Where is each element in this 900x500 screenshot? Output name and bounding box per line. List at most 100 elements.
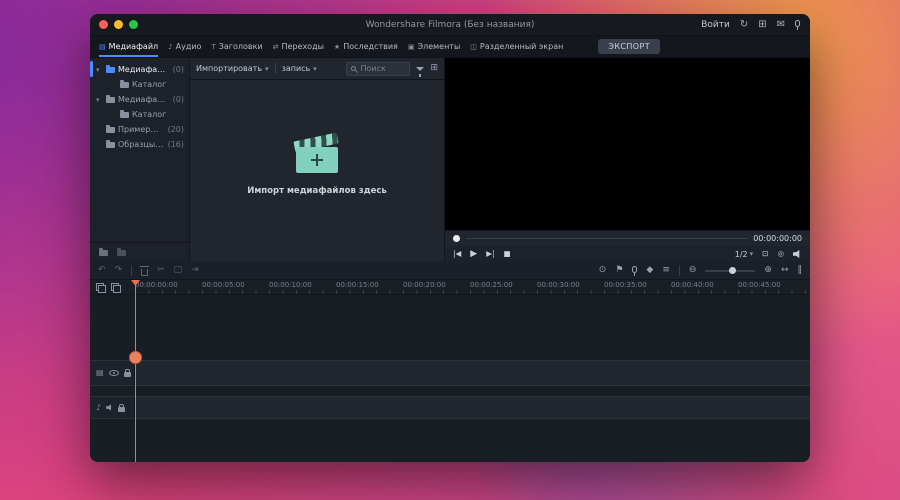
- tab-item[interactable]: T Заголовки: [206, 36, 267, 57]
- transport-controls: |◀ ▶ ▶| ■ 1/2 ▾ ⊡ ◎: [445, 246, 810, 262]
- quality-dropdown[interactable]: 1/2 ▾: [735, 250, 753, 259]
- tree-item-count: (20): [167, 125, 184, 134]
- export-button[interactable]: ЭКСПОРТ: [598, 39, 661, 54]
- scroll-indicator[interactable]: [90, 61, 93, 77]
- ruler-label: 00:00:20:00: [403, 281, 446, 289]
- timeline-ruler-row: 00:00:00:00 00:00:05:00 00:00:10:00 00:0…: [90, 280, 810, 295]
- tree-item-label: Медиафайл с совме...: [118, 95, 170, 104]
- tab-icon: ♪: [168, 42, 173, 51]
- record-icon[interactable]: ⊙: [599, 266, 607, 275]
- note-icon[interactable]: ♪: [96, 403, 101, 412]
- redo-icon[interactable]: ↷: [115, 266, 123, 275]
- minimize-button[interactable]: [114, 20, 123, 29]
- next-frame-button[interactable]: ▶|: [486, 250, 494, 258]
- tree-item[interactable]: ▾ Медиафайл с совме... (0): [90, 92, 189, 107]
- fit-display-icon[interactable]: ⊡: [762, 250, 768, 258]
- chevron-down-icon[interactable]: ▾: [96, 66, 103, 74]
- lock-icon[interactable]: [123, 369, 131, 377]
- tab-icon: ⇄: [272, 42, 279, 51]
- marker-icon[interactable]: ⚑: [615, 266, 623, 275]
- clapperboard-icon: [293, 132, 341, 176]
- tab-item[interactable]: ◫ Разделенный экран: [465, 36, 568, 57]
- lock-icon[interactable]: [118, 403, 126, 412]
- folder-icon: [106, 94, 115, 103]
- ripple-delete-icon[interactable]: ⇥: [191, 266, 199, 275]
- tab-icon: T: [211, 42, 216, 51]
- crop-icon[interactable]: ▢: [174, 266, 183, 275]
- manage-tracks-icon[interactable]: [96, 282, 106, 293]
- tree-item[interactable]: Каталог: [90, 107, 189, 122]
- zoom-slider-knob[interactable]: [729, 266, 737, 274]
- audio-track-lane[interactable]: [135, 397, 810, 418]
- folder-icon: [120, 109, 129, 118]
- film-icon[interactable]: ▤: [96, 369, 104, 377]
- mic-icon[interactable]: [795, 19, 800, 30]
- new-folder-icon[interactable]: [99, 247, 108, 256]
- titlebar: Wondershare Filmora (Без названия) Войти…: [90, 14, 810, 36]
- tree-item[interactable]: ▾ Медиафайл проекта (0): [90, 62, 189, 77]
- filter-icon[interactable]: [416, 66, 425, 77]
- tab-item[interactable]: ★ Последствия: [329, 36, 403, 57]
- add-track-icon[interactable]: [111, 282, 121, 293]
- zoom-out-icon[interactable]: ⊖: [689, 266, 697, 275]
- mixer-icon[interactable]: ≡: [662, 266, 670, 275]
- timeline-ruler[interactable]: 00:00:00:00 00:00:05:00 00:00:10:00 00:0…: [135, 280, 810, 294]
- scrubber-track[interactable]: [466, 238, 748, 239]
- playhead-grip[interactable]: [129, 351, 142, 364]
- eye-icon[interactable]: [108, 370, 119, 376]
- ruler-label: 00:00:40:00: [671, 281, 714, 289]
- scrubber-knob[interactable]: [453, 235, 460, 242]
- search-icon: [351, 66, 357, 71]
- ruler-label: 00:00:25:00: [470, 281, 513, 289]
- mail-icon[interactable]: ✉: [777, 19, 785, 30]
- zoom-in-icon[interactable]: ⊕: [764, 266, 772, 275]
- tree-item[interactable]: Образцы цветов (16): [90, 137, 189, 152]
- ruler-label: 00:00:15:00: [336, 281, 379, 289]
- divider: [131, 265, 133, 276]
- tab-item[interactable]: ▤ Медиафайл: [94, 36, 163, 57]
- fit-timeline-icon[interactable]: ↔: [781, 266, 789, 275]
- tree-item-count: (0): [172, 65, 184, 74]
- zoom-button[interactable]: [129, 20, 138, 29]
- tab-label: Последствия: [343, 42, 398, 51]
- tab-label: Разделенный экран: [479, 42, 564, 51]
- media-empty-state[interactable]: Импорт медиафайлов здесь: [190, 68, 444, 262]
- snapshot-icon[interactable]: ◎: [777, 250, 784, 258]
- chevron-down-icon[interactable]: ▾: [96, 96, 103, 104]
- voiceover-icon[interactable]: [632, 265, 638, 276]
- track-manager: [90, 280, 135, 294]
- stop-button[interactable]: ■: [504, 250, 511, 258]
- render-preview-icon[interactable]: ‖: [798, 266, 803, 275]
- layout-icon[interactable]: ⊞: [758, 19, 766, 30]
- delete-folder-icon[interactable]: [117, 247, 126, 256]
- close-button[interactable]: [99, 20, 108, 29]
- sync-icon[interactable]: ↻: [740, 19, 748, 30]
- tree-item-label: Медиафайл проекта: [118, 65, 170, 74]
- delete-icon[interactable]: [140, 265, 150, 276]
- split-icon[interactable]: ✂: [157, 266, 165, 275]
- previous-frame-button[interactable]: |◀: [453, 250, 461, 258]
- empty-state-text: Импорт медиафайлов здесь: [247, 186, 387, 196]
- login-button[interactable]: Войти: [701, 20, 730, 30]
- tree-item[interactable]: Каталог: [90, 77, 189, 92]
- ruler-label: 00:00:05:00: [202, 281, 245, 289]
- play-button[interactable]: ▶: [470, 249, 477, 259]
- preview-panel: 00:00:00:00 |◀ ▶ ▶| ■ 1/2 ▾ ⊡ ◎: [445, 58, 810, 262]
- volume-icon[interactable]: [793, 249, 800, 259]
- tab-icon: ★: [333, 42, 341, 51]
- video-track-lane[interactable]: [135, 361, 810, 385]
- playhead[interactable]: [135, 280, 136, 462]
- timeline-toolbar: ↶ ↷ ✂ ▢ ⇥ ⊙ ⚑ ◆ ≡ ⊖ ⊕ ↔ ‖: [90, 262, 810, 280]
- chevron-down-icon: ▾: [749, 250, 754, 258]
- tree-item[interactable]: Примеры видео (20): [90, 122, 189, 137]
- timeline-body: ▤ ♪: [90, 295, 810, 462]
- preview-viewport[interactable]: [445, 58, 810, 230]
- speaker-icon[interactable]: [106, 404, 112, 411]
- tab-item[interactable]: ▣ Элементы: [403, 36, 465, 57]
- keyframe-icon[interactable]: ◆: [646, 266, 653, 275]
- zoom-slider[interactable]: [705, 266, 756, 274]
- undo-icon[interactable]: ↶: [98, 266, 106, 275]
- tab-item[interactable]: ♪ Аудио: [163, 36, 206, 57]
- tab-item[interactable]: ⇄ Переходы: [268, 36, 329, 57]
- tree-item-label: Примеры видео: [118, 125, 165, 134]
